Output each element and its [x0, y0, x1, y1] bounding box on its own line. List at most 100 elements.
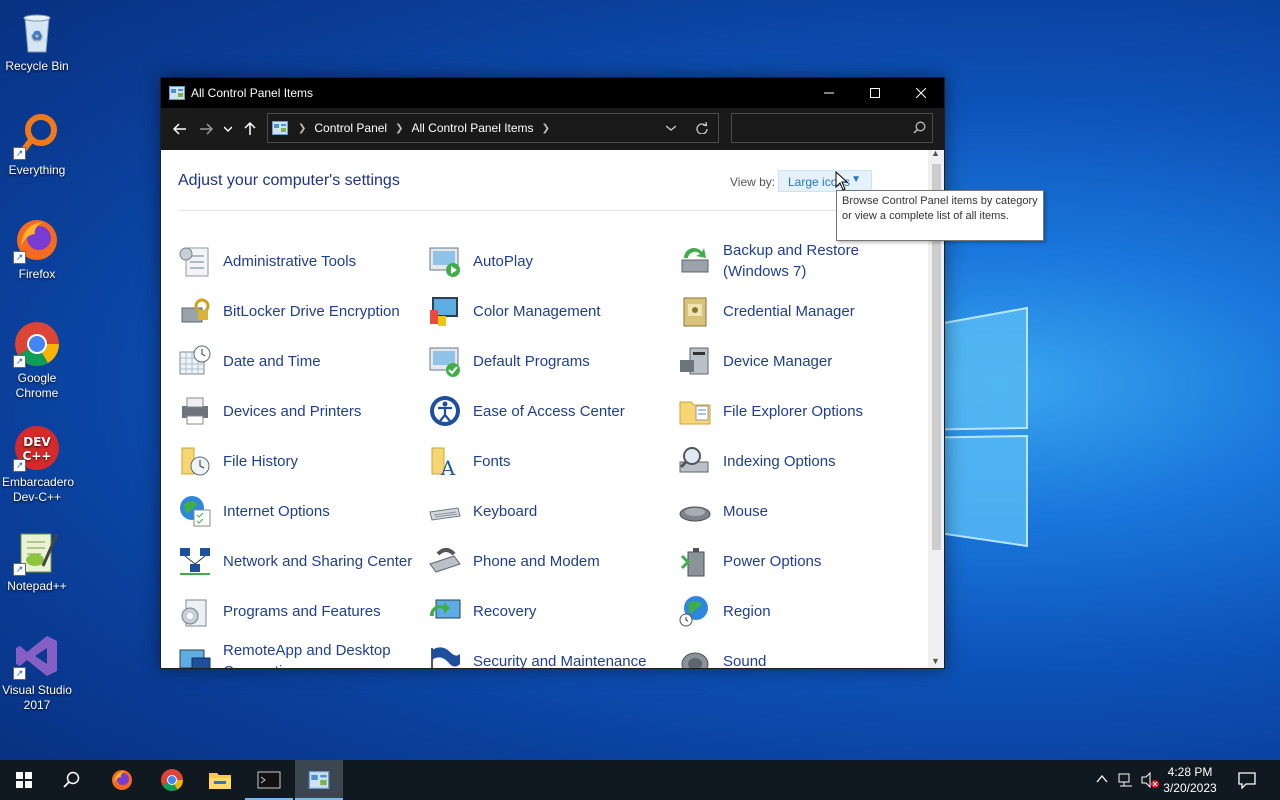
shortcut-arrow-icon: ↗	[13, 459, 26, 472]
taskbar-file-explorer[interactable]	[196, 760, 244, 800]
windows-start-icon	[16, 772, 32, 788]
desktop-icon-label: Recycle Bin	[5, 59, 69, 73]
network-icon[interactable]	[1118, 772, 1134, 788]
item-label: Power Options	[723, 552, 822, 570]
notifications-icon[interactable]	[1238, 771, 1256, 789]
recent-locations-button[interactable]	[219, 114, 237, 144]
item-label: Programs and Features	[223, 602, 381, 620]
item-color-management[interactable]: Color Management	[428, 288, 668, 334]
maximize-icon	[870, 88, 880, 98]
taskbar-chrome[interactable]	[148, 760, 196, 800]
start-button[interactable]	[0, 760, 48, 800]
mouse-cursor-icon	[835, 171, 849, 191]
desktop-icon-notepadpp[interactable]: ↗ Notepad++	[2, 528, 72, 594]
item-sound[interactable]: Sound	[678, 638, 918, 668]
item-power-options[interactable]: Power Options	[678, 538, 918, 584]
item-file-history[interactable]: File History	[178, 438, 418, 484]
svg-text:DEV: DEV	[23, 435, 51, 449]
item-recovery[interactable]: Recovery	[428, 588, 668, 634]
item-remoteapp[interactable]: RemoteApp and Desktop Connections	[178, 638, 418, 668]
view-by-dropdown[interactable]: Large icons ▼	[778, 170, 872, 192]
view-by-label: View by:	[730, 175, 776, 189]
file-history-icon	[181, 447, 210, 476]
minimize-button[interactable]	[806, 78, 852, 108]
taskbar-control-panel[interactable]	[295, 760, 343, 800]
svg-text:♻: ♻	[31, 29, 43, 44]
item-network-and-sharing[interactable]: Network and Sharing Center	[178, 538, 418, 584]
item-keyboard[interactable]: Keyboard	[428, 488, 668, 534]
chevron-up-icon[interactable]	[1096, 774, 1108, 784]
desktop-icon-recycle-bin[interactable]: ♻ Recycle Bin	[2, 8, 72, 74]
item-label: RemoteApp and Desktop Connections	[223, 642, 391, 668]
administrative-tools-icon	[179, 247, 209, 277]
item-label: Credential Manager	[723, 302, 855, 320]
item-devices-and-printers[interactable]: Devices and Printers	[178, 388, 418, 434]
scroll-down-arrow-icon[interactable]: ▼	[931, 656, 940, 666]
desktop-icon-everything[interactable]: ↗ Everything	[2, 112, 72, 178]
autoplay-icon	[429, 247, 460, 277]
firefox-icon	[112, 770, 132, 790]
desktop-icon-devcpp[interactable]: DEV C++ ↗ Embarcadero Dev-C++	[2, 424, 74, 505]
up-button[interactable]	[237, 114, 263, 144]
item-indexing-options[interactable]: Indexing Options	[678, 438, 918, 484]
address-dropdown-button[interactable]	[656, 125, 686, 131]
address-bar[interactable]: ❯ Control Panel ❯ All Control Panel Item…	[267, 113, 719, 143]
item-backup-and-restore[interactable]: Backup and Restore (Windows 7)	[678, 238, 918, 284]
recovery-icon	[429, 599, 461, 619]
refresh-button[interactable]	[686, 122, 718, 134]
item-fonts[interactable]: A Fonts	[428, 438, 668, 484]
item-region[interactable]: Region	[678, 588, 918, 634]
item-date-and-time[interactable]: Date and Time	[178, 338, 418, 384]
item-security-and-maintenance[interactable]: Security and Maintenance	[428, 638, 668, 668]
forward-button[interactable]	[193, 114, 219, 144]
desktop-icon-label: Everything	[8, 163, 66, 177]
clock[interactable]: 4:28 PM 3/20/2023	[1158, 764, 1222, 796]
desktop-icon-firefox[interactable]: ↗ Firefox	[2, 216, 72, 282]
network-sharing-icon	[180, 548, 210, 575]
scroll-up-arrow-icon[interactable]: ▲	[931, 150, 940, 158]
item-programs-and-features[interactable]: Programs and Features	[178, 588, 418, 634]
search-box[interactable]	[731, 113, 933, 143]
arrow-up-icon	[244, 122, 256, 135]
control-panel-window[interactable]: All Control Panel Items ❯ Control Panel …	[160, 77, 945, 669]
search-input[interactable]	[732, 114, 902, 142]
item-bitlocker[interactable]: BitLocker Drive Encryption	[178, 288, 418, 334]
item-device-manager[interactable]: Device Manager	[678, 338, 918, 384]
mouse-icon	[679, 506, 711, 522]
arrow-left-icon	[173, 123, 186, 135]
item-mouse[interactable]: Mouse	[678, 488, 918, 534]
backup-restore-icon	[681, 248, 709, 273]
item-default-programs[interactable]: Default Programs	[428, 338, 668, 384]
breadcrumb-control-panel[interactable]: Control Panel	[314, 121, 387, 135]
dropdown-caret-icon: ▼	[851, 174, 861, 185]
color-management-icon	[430, 297, 458, 326]
close-button[interactable]	[898, 78, 944, 108]
item-credential-manager[interactable]: Credential Manager	[678, 288, 918, 334]
taskbar-firefox[interactable]	[98, 760, 146, 800]
item-phone-and-modem[interactable]: Phone and Modem	[428, 538, 668, 584]
maximize-button[interactable]	[852, 78, 898, 108]
item-ease-of-access[interactable]: Ease of Access Center	[428, 388, 668, 434]
programs-features-icon	[181, 599, 207, 627]
item-administrative-tools[interactable]: Administrative Tools	[178, 238, 418, 284]
desktop-icon-google-chrome[interactable]: ↗ Google Chrome	[2, 320, 72, 401]
chrome-icon: ↗	[13, 320, 61, 368]
arrow-right-icon	[200, 123, 213, 135]
title-bar[interactable]: All Control Panel Items	[161, 78, 944, 108]
item-autoplay[interactable]: AutoPlay	[428, 238, 668, 284]
volume-muted-icon[interactable]	[1141, 772, 1159, 788]
breadcrumb-all-items[interactable]: All Control Panel Items	[412, 121, 534, 135]
breadcrumb-separator-icon[interactable]: ❯	[542, 123, 550, 134]
search-button[interactable]	[48, 760, 96, 800]
item-label: Indexing Options	[723, 452, 836, 470]
item-internet-options[interactable]: Internet Options	[178, 488, 418, 534]
back-button[interactable]	[167, 114, 193, 144]
fonts-icon: A	[431, 447, 456, 478]
item-label: Network and Sharing Center	[223, 552, 413, 570]
folder-options-icon	[679, 401, 711, 425]
desktop-icon-visual-studio[interactable]: ↗ Visual Studio 2017	[2, 632, 72, 713]
item-file-explorer-options[interactable]: File Explorer Options	[678, 388, 918, 434]
taskbar-terminal[interactable]	[245, 760, 293, 800]
item-label: Backup and Restore (Windows 7)	[723, 242, 859, 280]
svg-text:A: A	[440, 456, 456, 478]
